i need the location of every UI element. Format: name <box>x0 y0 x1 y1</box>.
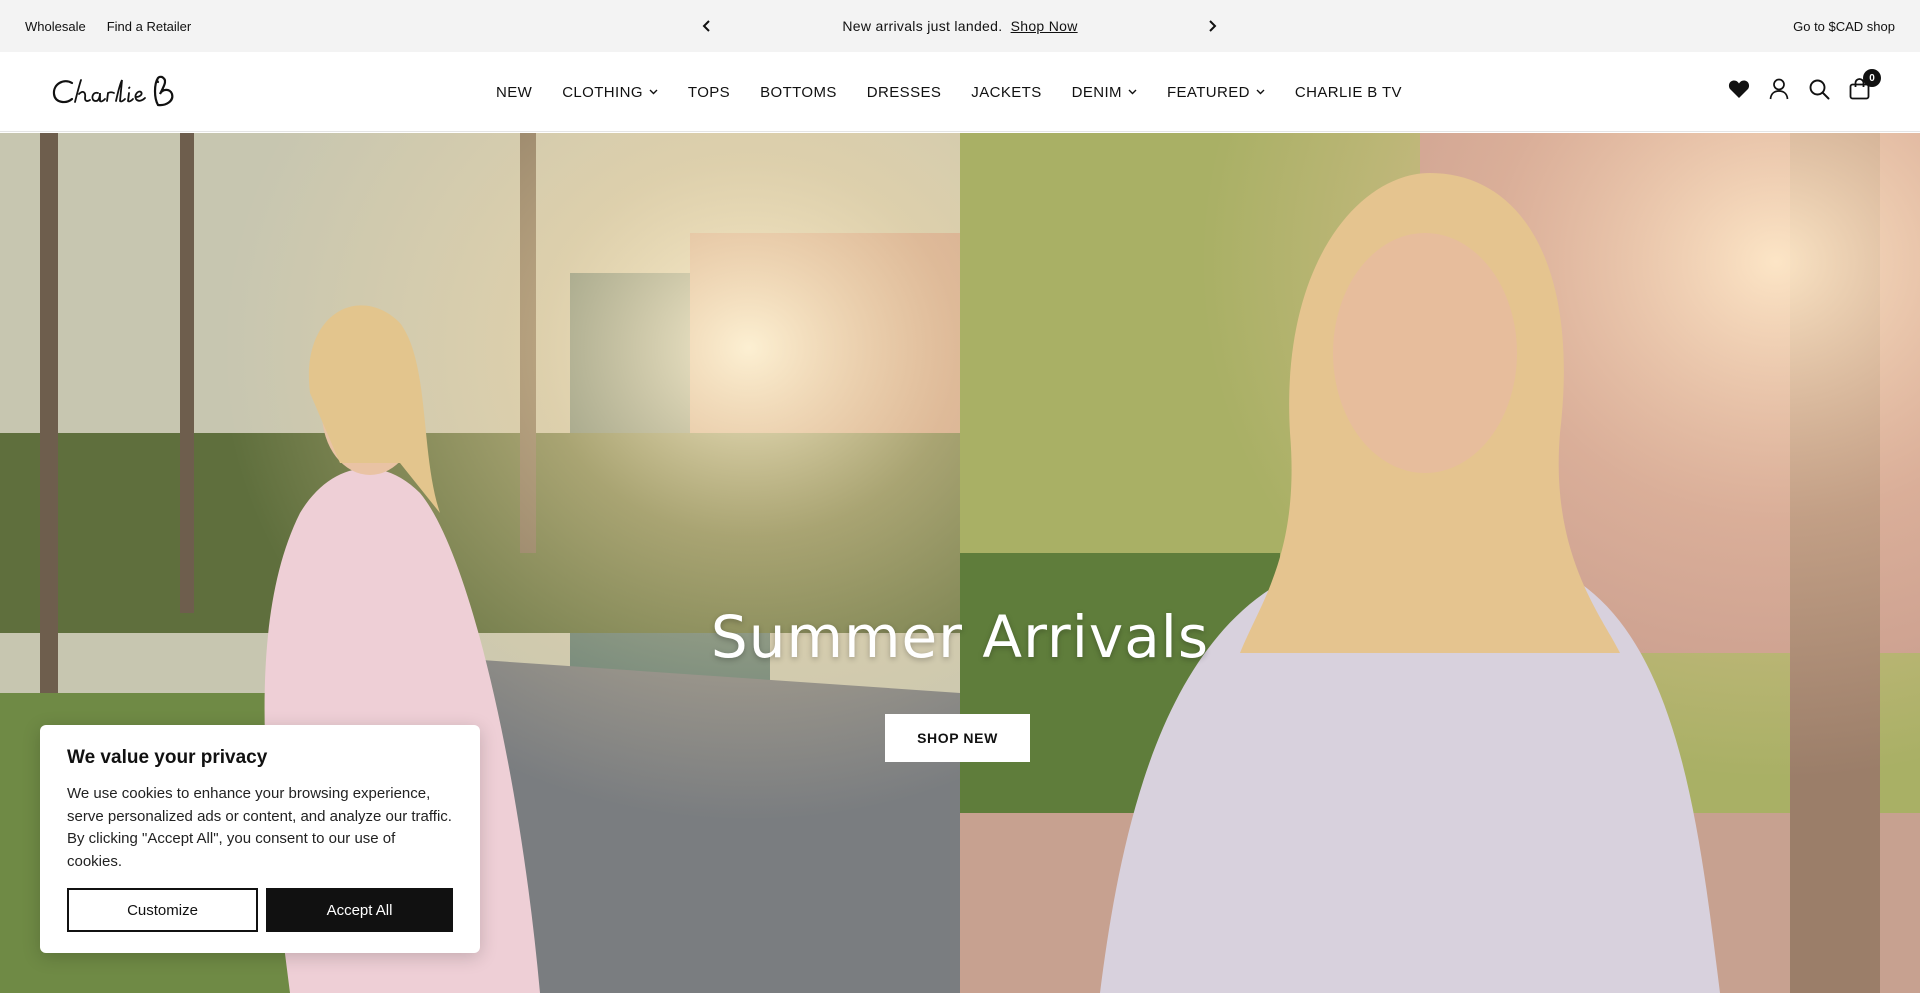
charlie-b-logo <box>52 75 174 107</box>
search-button[interactable] <box>1808 78 1830 100</box>
heart-icon <box>1728 80 1750 98</box>
announcement-text: New arrivals just landed. <box>842 18 1003 34</box>
nav-item-dresses[interactable]: DRESSES <box>867 84 942 101</box>
search-icon <box>1809 79 1829 99</box>
cookie-consent-banner: We value your privacy We use cookies to … <box>40 725 480 953</box>
site-header: NEW CLOTHING TOPS BOTTOMS DRESSES JACKET… <box>0 52 1920 132</box>
nav-item-denim[interactable]: DENIM <box>1072 84 1137 101</box>
nav-label: BOTTOMS <box>760 83 837 101</box>
shop-now-link[interactable]: Shop Now <box>1011 18 1078 34</box>
nav-label: DRESSES <box>866 83 942 101</box>
nav-item-clothing[interactable]: CLOTHING <box>562 84 658 101</box>
chevron-right-icon <box>1209 20 1217 32</box>
announcement-next-button[interactable] <box>1202 16 1222 36</box>
accept-all-button[interactable]: Accept All <box>266 888 453 932</box>
cart-button[interactable]: 0 <box>1848 69 1881 100</box>
nav-item-jackets[interactable]: JACKETS <box>971 84 1041 101</box>
nav-label: CHARLIE B TV <box>1294 83 1402 101</box>
nav-item-featured[interactable]: FEATURED <box>1167 84 1265 101</box>
cookie-actions: Customize Accept All <box>67 888 453 932</box>
shop-new-button[interactable]: SHOP NEW <box>885 714 1030 762</box>
hero-photo-right <box>960 133 1920 993</box>
wishlist-button[interactable] <box>1728 78 1750 100</box>
region-shop-link[interactable]: Go to $CAD shop <box>1793 19 1895 34</box>
customize-button[interactable]: Customize <box>67 888 258 932</box>
cart-count-badge: 0 <box>1863 69 1881 87</box>
brand-logo[interactable] <box>50 74 180 110</box>
account-button[interactable] <box>1768 78 1790 100</box>
main-nav: NEW CLOTHING TOPS BOTTOMS DRESSES JACKET… <box>496 52 1402 132</box>
header-icons: 0 <box>1728 69 1881 100</box>
nav-item-tops[interactable]: TOPS <box>688 84 730 101</box>
cookie-description: We use cookies to enhance your browsing … <box>67 785 452 870</box>
nav-label: CLOTHING <box>562 83 643 101</box>
nav-label: JACKETS <box>971 83 1042 101</box>
announcement: New arrivals just landed. Shop Now <box>0 18 1920 34</box>
nav-item-new[interactable]: NEW <box>496 84 532 101</box>
chevron-down-icon <box>1128 89 1137 95</box>
nav-label: TOPS <box>687 83 731 101</box>
cookie-title: We value your privacy <box>67 747 268 768</box>
nav-label: FEATURED <box>1166 83 1250 101</box>
hero-image-right <box>960 133 1920 993</box>
announcement-bar: Wholesale Find a Retailer New arrivals j… <box>0 0 1920 52</box>
nav-item-charlie-b-tv[interactable]: CHARLIE B TV <box>1295 84 1402 101</box>
nav-label: DENIM <box>1071 83 1122 101</box>
account-icon <box>1769 78 1789 100</box>
nav-item-bottoms[interactable]: BOTTOMS <box>760 84 837 101</box>
nav-label: NEW <box>496 83 533 101</box>
chevron-down-icon <box>649 89 658 95</box>
chevron-down-icon <box>1256 89 1265 95</box>
hero-title: Summer Arrivals <box>710 603 1210 671</box>
